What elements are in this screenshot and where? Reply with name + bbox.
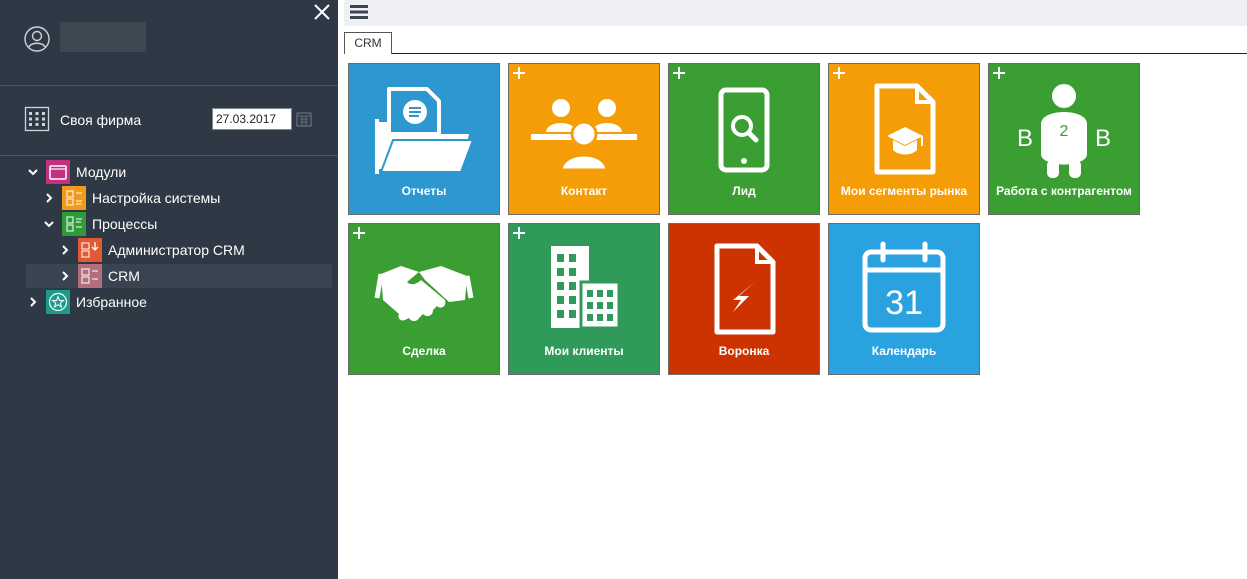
date-input[interactable] [212, 108, 292, 130]
close-icon[interactable] [312, 2, 332, 22]
tree-item-label: CRM [108, 268, 140, 284]
tile-label: Сделка [402, 344, 446, 358]
hamburger-menu-icon[interactable] [350, 4, 368, 20]
tile-label: Мои клиенты [544, 344, 624, 358]
favorites-icon [46, 290, 70, 314]
tree-item-label: Администратор CRM [108, 242, 245, 258]
user-row: █████ [24, 22, 324, 54]
buildings-icon [551, 246, 621, 330]
tile-calendar[interactable]: 31 Календарь [828, 223, 980, 375]
modules-icon [46, 160, 70, 184]
tile-deal[interactable]: Сделка [348, 223, 500, 375]
tree-item-crm-admin[interactable]: Администратор CRM [58, 238, 245, 262]
tree-item-modules[interactable]: Модули [26, 160, 126, 184]
app-root: █████ Своя фирма 27.03.2017 Модули Настр… [0, 0, 1247, 579]
tree-item-system-settings[interactable]: Настройка системы [42, 186, 220, 210]
firm-row: Своя фирма [24, 106, 324, 136]
tile-funnel[interactable]: Воронка [668, 223, 820, 375]
tree-item-crm[interactable]: CRM [26, 264, 332, 288]
user-name: █████ [60, 22, 146, 52]
tile-label: Календарь [871, 344, 937, 358]
reports-folder-icon [375, 87, 475, 174]
tile-reports[interactable]: Отчеты [348, 63, 500, 215]
calendar-icon: 31 [862, 241, 946, 333]
divider [0, 155, 338, 156]
firm-label: Своя фирма [60, 112, 142, 128]
tree-item-processes[interactable]: Процессы [42, 212, 157, 236]
system-settings-icon [62, 186, 86, 210]
crm-icon [78, 264, 102, 288]
tile-label: Работа с контрагентом [996, 184, 1132, 198]
avatar[interactable] [24, 26, 50, 52]
building-icon [24, 106, 50, 132]
tile-label: Воронка [718, 344, 770, 358]
lead-phone-search-icon [718, 87, 770, 173]
calendar-picker-icon[interactable] [296, 111, 312, 127]
tile-counterparty-work[interactable]: B 2 B Работа с контрагентом [988, 63, 1140, 215]
calendar-day: 31 [885, 284, 923, 322]
tile-label: Мои сегменты рынка [840, 184, 968, 198]
b2b-mid-digit: 2 [1060, 123, 1069, 140]
tile-lead[interactable]: Лид [668, 63, 820, 215]
divider [0, 85, 338, 86]
handshake-icon [374, 266, 474, 321]
sidebar: █████ Своя фирма 27.03.2017 Модули Настр… [0, 0, 338, 579]
chevron-down-icon[interactable] [26, 165, 40, 179]
chevron-right-icon[interactable] [26, 295, 40, 309]
tabs-divider [344, 53, 1247, 54]
tile-contact[interactable]: Контакт [508, 63, 660, 215]
crm-admin-icon [78, 238, 102, 262]
tree-item-label: Процессы [92, 216, 158, 232]
b2b-right-letter: B [1095, 125, 1111, 152]
tile-my-clients[interactable]: Мои клиенты [508, 223, 660, 375]
contact-people-icon [531, 99, 637, 172]
funnel-document-icon [714, 243, 776, 335]
processes-icon [62, 212, 86, 236]
b2b-left-letter: B [1017, 125, 1033, 152]
tree-item-favorites[interactable]: Избранное [26, 290, 147, 314]
market-segments-icon [874, 83, 936, 175]
chevron-right-icon[interactable] [42, 191, 56, 205]
chevron-down-icon[interactable] [42, 217, 56, 231]
top-bar [344, 0, 1247, 26]
tile-label: Контакт [560, 184, 608, 198]
chevron-right-icon[interactable] [58, 243, 72, 257]
tile-market-segments[interactable]: Мои сегменты рынка [828, 63, 980, 215]
b2b-icon: B 2 B [1017, 84, 1111, 178]
tree-item-label: Избранное [76, 294, 147, 310]
tree-item-label: Настройка системы [92, 190, 221, 206]
tree-item-label: Модули [76, 164, 127, 180]
tab-crm[interactable]: CRM [344, 32, 392, 54]
chevron-right-icon[interactable] [58, 269, 72, 283]
tile-label: Лид [732, 184, 756, 198]
tile-label: Отчеты [401, 184, 447, 198]
